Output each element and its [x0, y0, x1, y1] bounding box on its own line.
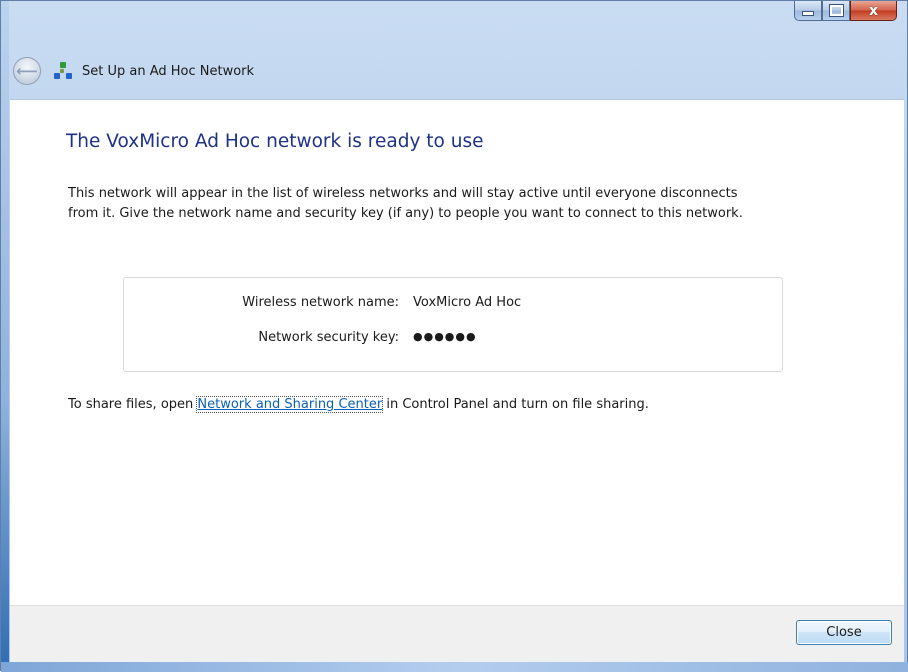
security-key-label: Network security key: [258, 330, 399, 345]
share-prefix: To share files, open [68, 397, 198, 412]
maximize-button[interactable] [822, 1, 850, 21]
minimize-button[interactable] [794, 1, 822, 21]
close-window-button[interactable]: x [850, 1, 897, 21]
description-text: This network will appear in the list of … [68, 186, 743, 221]
footer-bar: Close [10, 605, 904, 662]
maximize-icon [828, 4, 844, 17]
minimize-icon [802, 11, 814, 16]
security-key-value: ●●●●●● [413, 330, 477, 343]
close-button[interactable]: Close [796, 620, 892, 645]
network-name-label: Wireless network name: [242, 295, 399, 310]
wizard-window: x ⟵ Set Up an Ad Hoc Network The VoxMicr… [0, 0, 908, 672]
page-heading: The VoxMicro Ad Hoc network is ready to … [66, 131, 484, 152]
network-sharing-center-link[interactable]: Network and Sharing Center [196, 396, 384, 413]
caption-buttons: x [794, 1, 897, 23]
wizard-title: Set Up an Ad Hoc Network [82, 63, 255, 79]
share-suffix: in Control Panel and turn on file sharin… [382, 397, 649, 412]
network-name-value: VoxMicro Ad Hoc [413, 295, 522, 310]
back-arrow-icon: ⟵ [16, 61, 38, 80]
network-wizard-icon [53, 61, 73, 81]
content-panel: The VoxMicro Ad Hoc network is ready to … [10, 99, 904, 606]
close-icon: x [868, 2, 879, 19]
back-button[interactable]: ⟵ [13, 57, 41, 85]
window-frame-left [1, 1, 9, 672]
network-info-box: Wireless network name: VoxMicro Ad Hoc N… [123, 277, 783, 372]
wizard-nav: ⟵ Set Up an Ad Hoc Network [13, 51, 254, 91]
security-key-row: Network security key: ●●●●●● [124, 330, 782, 345]
share-files-text: To share files, open Network and Sharing… [68, 396, 649, 413]
